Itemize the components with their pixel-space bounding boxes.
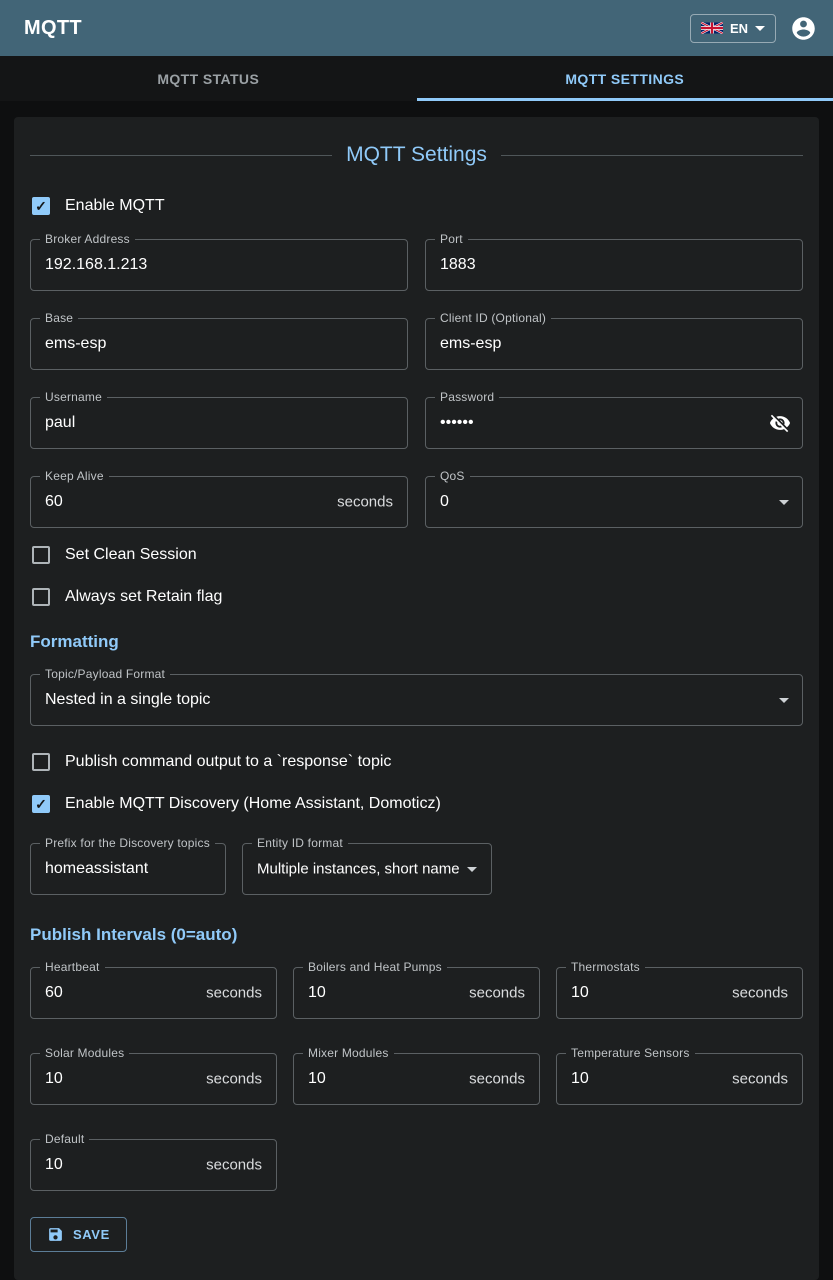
temperature-sensors-input[interactable] <box>557 1054 802 1104</box>
chevron-down-icon <box>755 26 765 31</box>
clean-session-checkbox[interactable] <box>32 546 50 564</box>
publish-response-label: Publish command output to a `response` t… <box>65 753 391 771</box>
solar-modules-field: Solar Modules seconds <box>30 1053 277 1105</box>
thermostats-field: Thermostats seconds <box>556 967 803 1019</box>
entity-format-value: Multiple instances, short name <box>257 861 460 878</box>
dropdown-arrow-icon <box>467 867 477 872</box>
check-icon: ✓ <box>35 199 47 213</box>
base-field: Base <box>30 318 408 370</box>
language-selector-button[interactable]: EN <box>690 14 776 43</box>
tab-label: MQTT SETTINGS <box>565 71 684 87</box>
entity-format-label: Entity ID format <box>252 836 348 850</box>
topic-format-label: Topic/Payload Format <box>40 667 170 681</box>
mixer-modules-field: Mixer Modules seconds <box>293 1053 540 1105</box>
settings-card: MQTT Settings ✓ Enable MQTT Broker Addre… <box>14 117 819 1280</box>
clean-session-label: Set Clean Session <box>65 546 197 564</box>
divider <box>501 155 803 156</box>
entity-format-select[interactable]: Entity ID format Multiple instances, sho… <box>242 843 492 895</box>
thermostats-input[interactable] <box>557 968 802 1018</box>
port-field: Port <box>425 239 803 291</box>
boilers-input[interactable] <box>294 968 539 1018</box>
retain-flag-checkbox[interactable] <box>32 588 50 606</box>
publish-intervals-heading: Publish Intervals (0=auto) <box>30 925 803 945</box>
password-field: Password <box>425 397 803 449</box>
username-field: Username <box>30 397 408 449</box>
broker-address-input[interactable] <box>31 240 407 290</box>
enable-mqtt-checkbox-row[interactable]: ✓ Enable MQTT <box>32 197 803 215</box>
password-input[interactable] <box>426 398 802 448</box>
boilers-field: Boilers and Heat Pumps seconds <box>293 967 540 1019</box>
topic-format-value: Nested in a single topic <box>45 691 210 709</box>
client-id-field: Client ID (Optional) <box>425 318 803 370</box>
mixer-modules-input[interactable] <box>294 1054 539 1104</box>
retain-flag-checkbox-row[interactable]: Always set Retain flag <box>32 588 803 606</box>
tab-mqtt-settings[interactable]: MQTT SETTINGS <box>417 56 833 101</box>
default-interval-field: Default seconds <box>30 1139 277 1191</box>
account-circle-icon[interactable] <box>790 15 817 42</box>
qos-value: 0 <box>440 493 449 511</box>
broker-address-field: Broker Address <box>30 239 408 291</box>
save-icon <box>47 1226 64 1243</box>
visibility-off-icon <box>769 412 791 434</box>
client-id-input[interactable] <box>426 319 802 369</box>
port-input[interactable] <box>426 240 802 290</box>
keep-alive-input[interactable] <box>31 477 407 527</box>
page-title: MQTT <box>24 17 82 40</box>
divider <box>30 155 332 156</box>
keep-alive-field: Keep Alive seconds <box>30 476 408 528</box>
dropdown-arrow-icon <box>779 500 789 505</box>
publish-response-checkbox-row[interactable]: Publish command output to a `response` t… <box>32 753 803 771</box>
discovery-label: Enable MQTT Discovery (Home Assistant, D… <box>65 795 441 813</box>
heartbeat-input[interactable] <box>31 968 276 1018</box>
uk-flag-icon <box>701 22 723 34</box>
app-bar: MQTT EN <box>0 0 833 56</box>
base-input[interactable] <box>31 319 407 369</box>
temperature-sensors-field: Temperature Sensors seconds <box>556 1053 803 1105</box>
discovery-prefix-field: Prefix for the Discovery topics <box>30 843 226 895</box>
save-button-label: SAVE <box>73 1227 110 1242</box>
default-interval-input[interactable] <box>31 1140 276 1190</box>
language-code: EN <box>730 21 748 36</box>
topic-format-select[interactable]: Topic/Payload Format Nested in a single … <box>30 674 803 726</box>
username-input[interactable] <box>31 398 407 448</box>
discovery-checkbox-row[interactable]: ✓ Enable MQTT Discovery (Home Assistant,… <box>32 795 803 813</box>
heartbeat-field: Heartbeat seconds <box>30 967 277 1019</box>
settings-heading-row: MQTT Settings <box>30 143 803 167</box>
app-bar-actions: EN <box>690 14 817 43</box>
qos-label: QoS <box>435 469 470 483</box>
clean-session-checkbox-row[interactable]: Set Clean Session <box>32 546 803 564</box>
discovery-checkbox[interactable]: ✓ <box>32 795 50 813</box>
tab-label: MQTT STATUS <box>157 71 259 87</box>
retain-flag-label: Always set Retain flag <box>65 588 222 606</box>
settings-heading: MQTT Settings <box>332 143 501 167</box>
tab-mqtt-status[interactable]: MQTT STATUS <box>0 56 417 101</box>
publish-response-checkbox[interactable] <box>32 753 50 771</box>
formatting-heading: Formatting <box>30 632 803 652</box>
enable-mqtt-checkbox[interactable]: ✓ <box>32 197 50 215</box>
toggle-password-visibility-button[interactable] <box>766 409 794 437</box>
enable-mqtt-label: Enable MQTT <box>65 197 165 215</box>
qos-select[interactable]: QoS 0 <box>425 476 803 528</box>
tab-bar: MQTT STATUS MQTT SETTINGS <box>0 56 833 101</box>
dropdown-arrow-icon <box>779 698 789 703</box>
save-button[interactable]: SAVE <box>30 1217 127 1252</box>
discovery-prefix-input[interactable] <box>31 844 225 894</box>
check-icon: ✓ <box>35 797 47 811</box>
solar-modules-input[interactable] <box>31 1054 276 1104</box>
